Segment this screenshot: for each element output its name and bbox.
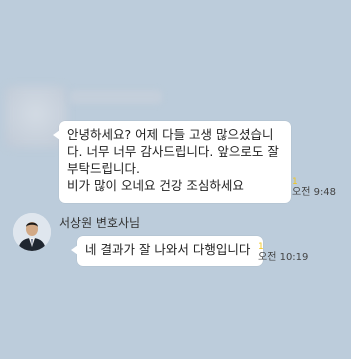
blurred-sender-name: [70, 90, 162, 104]
profile-photo-icon[interactable]: [13, 213, 51, 251]
message-time: 오전 10:19: [258, 252, 309, 263]
message-bubble[interactable]: 안녕하세요? 어제 다들 고생 많으셨습니다. 너무 너무 감사드립니다. 앞으…: [53, 121, 291, 203]
message-time: 오전 9:48: [292, 187, 337, 198]
unread-count: 1: [292, 177, 298, 187]
message-meta: 1 오전 9:48: [292, 178, 336, 199]
message-bubble[interactable]: 네 결과가 잘 나와서 다행입니다: [71, 236, 263, 266]
message-meta: 1 오전 10:19: [258, 243, 308, 264]
sender-name[interactable]: 서상원 변호사님: [59, 214, 140, 231]
unread-count: 1: [258, 242, 264, 252]
